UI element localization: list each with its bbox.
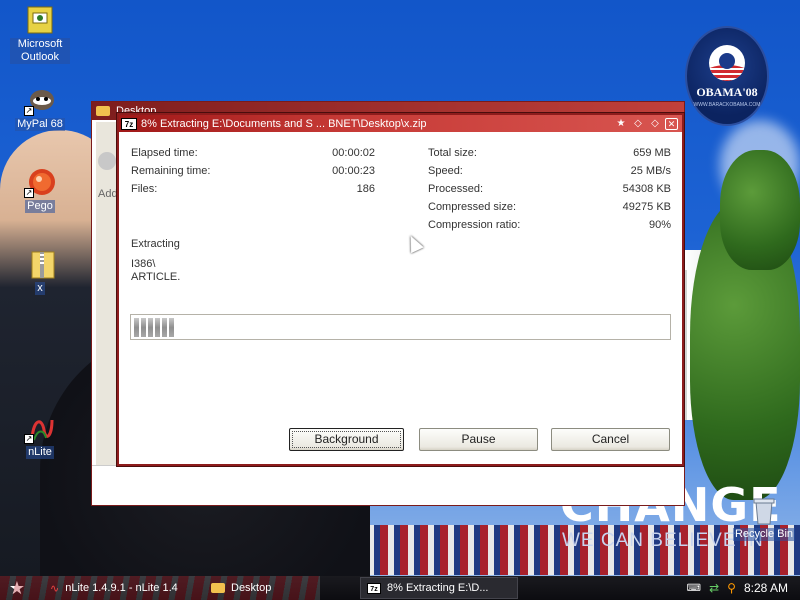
desktop-icon-mypal[interactable]: ↗ MyPal 68 (10, 84, 70, 131)
cancel-button-label: Cancel (591, 432, 630, 446)
obama-badge: OBAMA'08 WWW.BARACKOBAMA.COM (685, 26, 769, 126)
star-icon[interactable]: ★ (614, 118, 628, 130)
progress-segment (162, 318, 167, 337)
close-button[interactable]: ✕ (665, 117, 678, 130)
clock[interactable]: 8:28 AM (744, 581, 788, 595)
back-arrow-icon[interactable] (98, 152, 116, 170)
taskbar-item-desktop[interactable]: Desktop (205, 577, 355, 599)
remaining-time-value: 00:00:23 (332, 165, 375, 177)
obama-badge-subtext: WWW.BARACKOBAMA.COM (693, 101, 761, 108)
compressed-size-value: 49275 KB (622, 201, 671, 213)
progress-segment (141, 318, 146, 337)
taskbar-item-label: nLite 1.4.9.1 - nLite 1.4 (65, 582, 178, 594)
compression-ratio-value: 90% (648, 219, 671, 231)
maximize-button[interactable]: ◇ (648, 118, 662, 130)
remaining-time-label: Remaining time: (131, 165, 211, 177)
compression-ratio-label: Compression ratio: (428, 219, 521, 231)
nlite-icon: ↗ (24, 412, 56, 444)
minimize-button[interactable]: ◇ (631, 118, 645, 130)
progress-segment (134, 318, 139, 337)
taskbar-item-nlite[interactable]: ∿ nLite 1.4.9.1 - nLite 1.4 (44, 577, 194, 599)
7zip-icon: 7z (367, 582, 381, 594)
taskbar: ★ ∿ nLite 1.4.9.1 - nLite 1.4 Desktop 7z… (0, 576, 800, 600)
dialog-title: 8% Extracting E:\Documents and S ... BNE… (141, 117, 427, 130)
star-icon: ★ (8, 577, 26, 598)
progress-segment (148, 318, 153, 337)
desktop-icon-pego[interactable]: ↗ Pego (10, 166, 70, 213)
speed-value: 25 MB/s (630, 165, 671, 177)
pause-button[interactable]: Pause (419, 428, 538, 451)
search-icon[interactable]: ⚲ (727, 581, 736, 595)
nlite-icon: ∿ (50, 582, 60, 595)
desktop-icon-recycle-bin[interactable]: Recycle Bin (730, 494, 798, 541)
outlook-icon (24, 4, 56, 36)
taskbar-item-extracting[interactable]: 7z 8% Extracting E:\D... (360, 577, 518, 599)
start-button[interactable]: ★ (0, 576, 34, 600)
mypal-icon: ↗ (24, 84, 56, 116)
keyboard-icon[interactable]: ⌨ (687, 583, 701, 594)
current-file: ARTICLE. (131, 271, 181, 283)
shortcut-arrow-icon: ↗ (24, 434, 34, 444)
network-icon[interactable]: ⇄ (709, 581, 719, 595)
desktop-icon-x-zip[interactable]: x (10, 248, 70, 295)
files-label: Files: (131, 183, 158, 195)
elapsed-time-label: Elapsed time: (131, 147, 198, 159)
7zip-icon: 7z (121, 117, 137, 130)
processed-label: Processed: (428, 183, 484, 195)
pause-button-label: Pause (461, 432, 496, 446)
folder-icon (96, 106, 110, 116)
obama-badge-text: OBAMA'08 (696, 84, 758, 99)
extract-progress-dialog[interactable]: 7z 8% Extracting E:\Documents and S ... … (117, 113, 684, 466)
zip-folder-icon (24, 248, 56, 280)
taskbar-item-label: 8% Extracting E:\D... (387, 582, 489, 594)
compressed-size-label: Compressed size: (428, 201, 517, 213)
progress-segment (169, 318, 174, 337)
action-label: Extracting (131, 238, 180, 250)
system-tray: ⌨ ⇄ ⚲ 8:28 AM (687, 576, 800, 600)
total-size-label: Total size: (428, 147, 477, 159)
processed-value: 54308 KB (622, 183, 671, 195)
taskbar-item-label: Desktop (231, 582, 272, 594)
cancel-button[interactable]: Cancel (551, 428, 670, 451)
progress-segment (155, 318, 160, 337)
desktop-icon-outlook[interactable]: Microsoft Outlook (10, 4, 70, 64)
background-button[interactable]: Background (289, 428, 404, 451)
shortcut-arrow-icon: ↗ (24, 106, 34, 116)
files-value: 186 (356, 183, 375, 195)
obama-logo-icon (709, 44, 745, 81)
desktop-window-statusbar (92, 465, 684, 505)
speed-label: Speed: (428, 165, 463, 177)
total-size-value: 659 MB (633, 147, 671, 159)
shortcut-arrow-icon: ↗ (24, 188, 34, 198)
current-path: I386\ (131, 258, 156, 270)
pego-icon: ↗ (24, 166, 56, 198)
dialog-body: Elapsed time: 00:00:02 Remaining time: 0… (119, 132, 682, 464)
background-button-label: Background (314, 432, 379, 446)
recycle-bin-icon (748, 494, 780, 526)
desktop-icon-nlite[interactable]: ↗ nLite (10, 412, 70, 459)
dialog-titlebar[interactable]: 7z 8% Extracting E:\Documents and S ... … (119, 115, 682, 132)
extract-progress-bar (130, 314, 671, 340)
folder-icon (211, 583, 225, 593)
elapsed-time-value: 00:00:02 (332, 147, 375, 159)
desktop-window-partial-label: Add (98, 188, 118, 200)
